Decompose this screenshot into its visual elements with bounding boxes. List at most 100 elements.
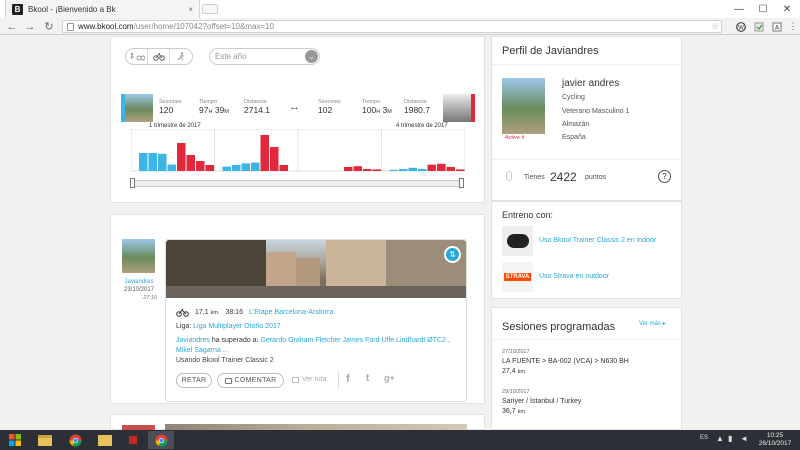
profile-city: Almazán xyxy=(562,121,590,128)
twitter-share-icon[interactable]: t xyxy=(366,373,369,384)
address-bar[interactable]: www.bkool.com/user/home/107042?offset=10… xyxy=(62,20,722,33)
stats-panel: Este año ⌄ Sesiones 120 Tiempo 97H 39M D… xyxy=(110,36,485,203)
extension-icon-2[interactable]: A xyxy=(770,20,784,33)
points-value: 2422 xyxy=(550,170,577,184)
route-type-icon[interactable]: ⇅ xyxy=(444,246,461,263)
new-tab-button[interactable] xyxy=(202,4,218,14)
left-sessions: Sesiones 120 xyxy=(159,99,183,115)
overtook-author[interactable]: Javiandres xyxy=(176,337,210,344)
swap-icon[interactable]: ↔ xyxy=(289,101,300,113)
period-select-value: Este año xyxy=(215,52,247,61)
forward-arrow-icon[interactable]: → xyxy=(22,18,38,35)
league-link[interactable]: Liga Multiplayer Otoño 2017 xyxy=(193,323,281,330)
browser-tab[interactable]: B Bkool - ¡Bienvenido a Bk × xyxy=(5,0,200,18)
retar-button[interactable]: RETAR xyxy=(176,373,212,388)
ver-ruta-label: Ver ruta xyxy=(302,376,327,383)
post-author-avatar[interactable] xyxy=(122,239,155,273)
ver-mas-link[interactable]: Ver más ▸ xyxy=(639,320,666,327)
ver-ruta-link[interactable]: Ver ruta xyxy=(292,376,327,383)
post-route-link[interactable]: L'Etape Barcelona-Andorra xyxy=(249,309,333,316)
browser-titlebar: B Bkool - ¡Bienvenido a Bk × — ☐ ✕ xyxy=(0,0,800,18)
training-item-trainer[interactable]: Uso Bkool Trainer Classic 2 en indoor xyxy=(539,237,656,244)
network-icon[interactable]: ▮ xyxy=(728,434,732,443)
google-plus-share-icon[interactable]: g+ xyxy=(384,373,395,383)
chart-bar xyxy=(446,167,455,171)
range-slider-left-handle[interactable] xyxy=(130,178,135,188)
next-activity-post xyxy=(110,414,485,431)
tray-arrow-icon[interactable]: ▲ xyxy=(716,434,724,443)
session-route[interactable]: LA FUENTE > BA-002 (VCA) > N630 BH xyxy=(502,358,629,365)
media-app-icon[interactable] xyxy=(120,431,146,449)
chart-bar xyxy=(260,135,269,171)
chrome-active-icon[interactable] xyxy=(148,431,174,449)
chart-bar xyxy=(389,169,398,171)
training-panel: Entreno con: Uso Bkool Trainer Classic 2… xyxy=(491,201,682,299)
facebook-share-icon[interactable]: f xyxy=(346,373,350,385)
left-time-minutes: 39 xyxy=(214,105,225,115)
chart-bar xyxy=(372,169,381,171)
chart-bar xyxy=(222,166,231,171)
right-distance: Distancia 1980.7 xyxy=(404,99,440,115)
chrome-icon[interactable] xyxy=(62,431,88,449)
sport-filter xyxy=(125,48,193,65)
points-label: Tienes xyxy=(524,174,545,181)
clock-time[interactable]: 10:25 xyxy=(757,432,793,439)
divider xyxy=(492,64,683,65)
period-select[interactable]: Este año ⌄ xyxy=(209,48,320,65)
extension-icon[interactable] xyxy=(752,20,766,33)
profile-title: Perfil de Javiandres xyxy=(502,45,599,57)
right-time-hours: 100 xyxy=(362,105,377,115)
windows-start-icon[interactable] xyxy=(2,431,28,449)
volume-icon[interactable]: ◄ xyxy=(740,434,748,443)
range-slider-track[interactable] xyxy=(131,180,463,187)
right-user-avatar[interactable] xyxy=(443,94,475,122)
chart-bar xyxy=(418,169,427,171)
clock-date[interactable]: 26/10/2017 xyxy=(755,440,795,447)
tab-close-icon[interactable]: × xyxy=(188,5,193,14)
profile-category: Veterano Masculino 1 xyxy=(562,108,630,115)
close-window-button[interactable]: ✕ xyxy=(776,0,798,18)
left-time: Tiempo 97H 39M xyxy=(199,99,239,115)
reload-icon[interactable]: ↻ xyxy=(41,18,57,35)
back-arrow-icon[interactable]: ← xyxy=(4,18,20,35)
trainer-thumbnail[interactable] xyxy=(502,226,533,256)
comentar-label: COMENTAR xyxy=(234,377,277,384)
scheduled-sessions-panel: Sesiones programadas Ver más ▸ 27/10/201… xyxy=(491,307,683,430)
league-label: Liga: xyxy=(176,323,192,330)
filter-running-icon[interactable] xyxy=(170,49,192,64)
wordpress-extension-icon[interactable]: W xyxy=(734,20,748,33)
post-time: 27:16 xyxy=(143,295,157,301)
divider xyxy=(492,339,683,340)
session-distance: 27,4 xyxy=(502,368,516,375)
chart-bar xyxy=(363,169,372,171)
help-icon[interactable]: ? xyxy=(658,170,671,183)
route-photo[interactable] xyxy=(166,240,466,298)
profile-panel: Perfil de Javiandres Active # javier and… xyxy=(491,36,683,201)
minimize-button[interactable]: — xyxy=(728,0,750,18)
profile-name: javier andres xyxy=(562,78,620,89)
strava-thumbnail[interactable]: STRAVA xyxy=(502,262,533,292)
file-explorer-icon[interactable] xyxy=(32,431,58,449)
bookmark-star-icon[interactable]: ☆ xyxy=(708,20,722,33)
session-distance-unit: km. xyxy=(517,369,527,375)
chart-bar xyxy=(139,153,148,171)
session-distance: 36,7 xyxy=(502,408,516,415)
language-indicator[interactable]: ES xyxy=(700,435,708,441)
training-item-strava[interactable]: Uso Strava en outdoor xyxy=(539,273,609,280)
post-duration: 38:16 xyxy=(225,309,243,316)
session-route[interactable]: Sariyer / İstanbul / Turkey xyxy=(502,398,581,405)
svg-text:W: W xyxy=(738,24,744,31)
menu-dots-icon[interactable]: ⋮ xyxy=(786,20,800,33)
comentar-button[interactable]: COMENTAR xyxy=(217,373,284,388)
chart-bar xyxy=(196,161,205,171)
post-author-name[interactable]: Javiandres xyxy=(119,279,159,285)
chart-bar xyxy=(427,164,436,171)
range-slider-right-handle[interactable] xyxy=(459,178,464,188)
filter-cycling-icon[interactable] xyxy=(148,49,170,64)
profile-avatar[interactable] xyxy=(502,78,545,134)
maximize-button[interactable]: ☐ xyxy=(752,0,774,18)
left-user-avatar[interactable] xyxy=(121,94,153,122)
activity-post: Javiandres 23/10/2017 27:16 ⇅ 17,1 km. 3… xyxy=(110,214,485,404)
folder-icon[interactable] xyxy=(92,431,118,449)
filter-all-icon[interactable] xyxy=(126,49,148,64)
